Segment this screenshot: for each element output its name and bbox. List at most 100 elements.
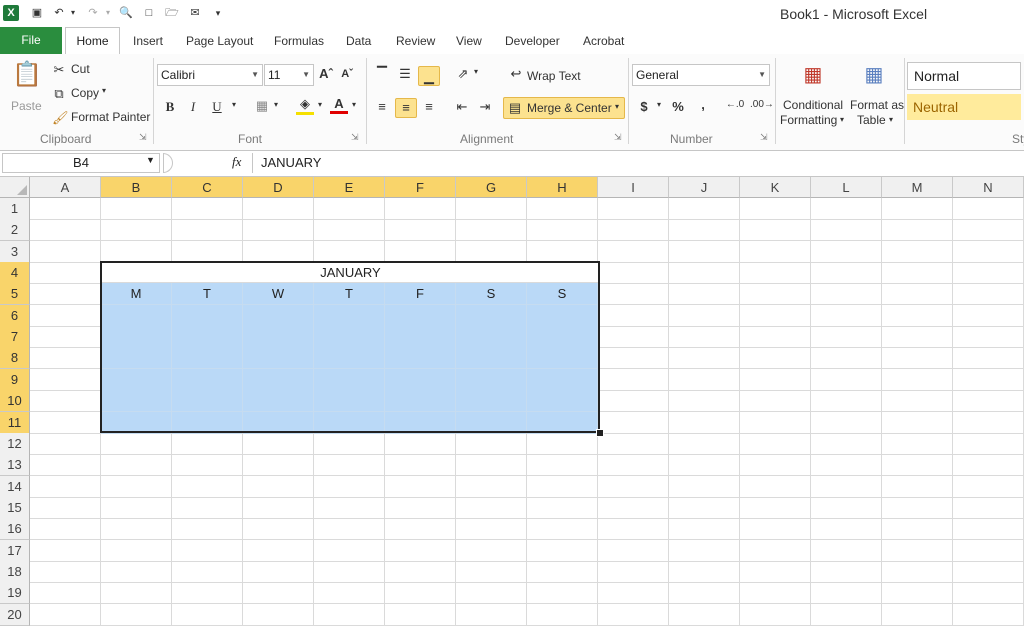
cell-G13[interactable] [456,454,527,477]
cell-H11[interactable] [527,411,598,434]
cell-J12[interactable] [669,432,740,455]
orientation-icon[interactable]: ⇗ [454,66,472,82]
increase-indent-icon[interactable]: ⇥ [477,99,493,115]
italic-button[interactable]: I [186,99,200,115]
cell-G6[interactable] [456,304,527,327]
cell-A20[interactable] [30,603,101,626]
cell-N5[interactable] [953,283,1024,306]
cell-N7[interactable] [953,326,1024,349]
cell-A4[interactable] [30,262,101,285]
cell-D15[interactable] [243,496,314,519]
cell-L19[interactable] [811,582,882,605]
shrink-font-icon[interactable]: Aˇ [340,68,354,80]
cell-I15[interactable] [598,496,669,519]
cell-K2[interactable] [740,219,811,242]
cell-B20[interactable] [101,603,172,626]
cell-M8[interactable] [882,347,953,370]
cell-L12[interactable] [811,432,882,455]
tab-insert[interactable]: Insert [133,34,163,48]
cell-F20[interactable] [385,603,456,626]
cell-N17[interactable] [953,539,1024,562]
cell-C15[interactable] [172,496,243,519]
cell-I12[interactable] [598,432,669,455]
cell-B12[interactable] [101,432,172,455]
cell-H12[interactable] [527,432,598,455]
cell-D7[interactable] [243,326,314,349]
cell-N20[interactable] [953,603,1024,626]
row-header[interactable]: 6 [0,304,30,327]
cell-C6[interactable] [172,304,243,327]
cell-B17[interactable] [101,539,172,562]
cell-H8[interactable] [527,347,598,370]
column-header[interactable]: M [882,177,953,198]
cell-B14[interactable] [101,475,172,498]
cell-K19[interactable] [740,582,811,605]
cell-A15[interactable] [30,496,101,519]
cell-G3[interactable] [456,240,527,263]
cell-N10[interactable] [953,390,1024,413]
cell-D13[interactable] [243,454,314,477]
cell-N2[interactable] [953,219,1024,242]
cell-B16[interactable] [101,518,172,541]
cell-A5[interactable] [30,283,101,306]
cell-L18[interactable] [811,560,882,583]
currency-dropdown-icon[interactable]: ▾ [655,100,663,109]
cell-I6[interactable] [598,304,669,327]
cell-B1[interactable] [101,198,172,220]
cell-D8[interactable] [243,347,314,370]
cell-B9[interactable] [101,368,172,391]
cell-M1[interactable] [882,198,953,220]
cell-L17[interactable] [811,539,882,562]
cell-L11[interactable] [811,411,882,434]
cell-J13[interactable] [669,454,740,477]
cell-E6[interactable] [314,304,385,327]
cell-M18[interactable] [882,560,953,583]
cell-H3[interactable] [527,240,598,263]
font-size-dropdown[interactable]: 11 ▼ [264,64,314,86]
cell-G14[interactable] [456,475,527,498]
row-header[interactable]: 7 [0,326,30,349]
row-header[interactable]: 18 [0,560,30,583]
cell-N1[interactable] [953,198,1024,220]
cell-G7[interactable] [456,326,527,349]
cell-J1[interactable] [669,198,740,220]
row-header[interactable]: 16 [0,518,30,541]
format-painter-button[interactable]: Format Painter [71,110,150,124]
cell-H1[interactable] [527,198,598,220]
cell-E19[interactable] [314,582,385,605]
cell-H13[interactable] [527,454,598,477]
cell-K14[interactable] [740,475,811,498]
cell-K1[interactable] [740,198,811,220]
cell-F8[interactable] [385,347,456,370]
cell-L20[interactable] [811,603,882,626]
cell-I20[interactable] [598,603,669,626]
grow-font-icon[interactable]: Aˆ [318,66,334,81]
row-header[interactable]: 4 [0,262,30,285]
column-header[interactable]: H [527,177,598,198]
cell-C1[interactable] [172,198,243,220]
cell-E17[interactable] [314,539,385,562]
cell-N6[interactable] [953,304,1024,327]
formula-bar-expand-handle[interactable] [163,153,173,173]
wrap-text-icon[interactable]: ↩ [508,66,524,82]
row-header[interactable]: 9 [0,368,30,391]
cell-D19[interactable] [243,582,314,605]
row-header[interactable]: 1 [0,198,30,220]
cell-L2[interactable] [811,219,882,242]
merge-center-button[interactable]: ▤ Merge & Center ▾ [503,97,625,119]
cell-D6[interactable] [243,304,314,327]
cell-M16[interactable] [882,518,953,541]
cell-A10[interactable] [30,390,101,413]
row-header[interactable]: 14 [0,475,30,498]
cell-E13[interactable] [314,454,385,477]
cell-D11[interactable] [243,411,314,434]
cell-B5[interactable]: M [101,283,172,306]
cell-B3[interactable] [101,240,172,263]
cell-C20[interactable] [172,603,243,626]
tab-developer[interactable]: Developer [505,34,560,48]
cell-A17[interactable] [30,539,101,562]
cell-C8[interactable] [172,347,243,370]
cell-M15[interactable] [882,496,953,519]
cell-J20[interactable] [669,603,740,626]
cell-I9[interactable] [598,368,669,391]
